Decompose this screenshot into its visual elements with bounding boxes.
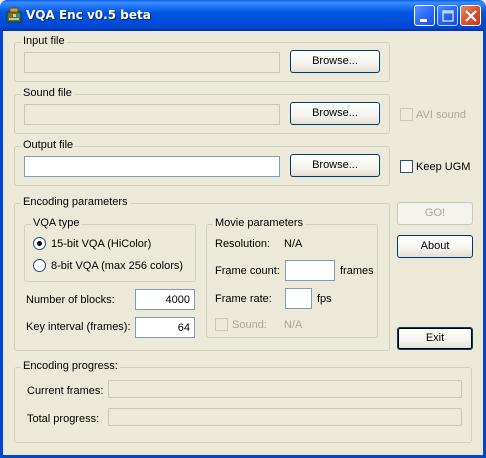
app-icon (6, 7, 22, 23)
go-button[interactable]: GO! (397, 202, 473, 225)
sound-browse-button[interactable]: Browse... (290, 102, 380, 125)
number-of-blocks-field[interactable] (135, 289, 195, 310)
vqa-15bit-label: 15-bit VQA (HiColor) (51, 238, 152, 250)
avi-sound-checkbox[interactable] (400, 108, 413, 121)
resolution-label: Resolution: (215, 238, 271, 250)
encoding-parameters-label: Encoding parameters (21, 196, 130, 208)
key-interval-field[interactable] (135, 317, 195, 338)
output-file-input[interactable] (25, 157, 279, 176)
number-of-blocks-input[interactable] (136, 290, 194, 309)
vqa-8bit-radio[interactable] (33, 259, 46, 272)
vqa-type-group: VQA type (24, 217, 196, 282)
sound-file-input[interactable] (25, 105, 279, 124)
output-file-label: Output file (21, 139, 76, 151)
current-frames-progress (108, 380, 462, 398)
title-bar[interactable]: VQA Enc v0.5 beta (0, 0, 486, 31)
close-button[interactable] (460, 5, 481, 26)
key-interval-input[interactable] (136, 318, 194, 337)
input-file-label: Input file (21, 35, 67, 47)
frame-count-input[interactable] (286, 261, 334, 280)
vqa-15bit-radio[interactable] (33, 237, 46, 250)
frame-rate-input[interactable] (286, 289, 311, 308)
input-browse-button[interactable]: Browse... (290, 50, 380, 73)
frame-rate-unit: fps (317, 293, 332, 305)
about-button[interactable]: About (397, 235, 473, 258)
maximize-button[interactable] (437, 5, 458, 26)
minimize-icon (420, 19, 427, 22)
frame-rate-label: Frame rate: (215, 293, 272, 305)
maximize-icon (442, 10, 454, 22)
output-file-field[interactable] (24, 156, 280, 177)
total-progress-bar (108, 408, 462, 426)
frame-count-unit: frames (340, 265, 374, 277)
keep-ugm-checkbox[interactable] (400, 160, 413, 173)
keep-ugm-label: Keep UGM (416, 161, 471, 173)
encoding-progress-label: Encoding progress: (21, 360, 120, 372)
input-file-field[interactable] (24, 52, 280, 73)
minimize-button[interactable] (414, 5, 435, 26)
resolution-value: N/A (284, 238, 303, 250)
total-progress-label: Total progress: (27, 413, 100, 425)
frame-count-field[interactable] (285, 260, 335, 281)
avi-sound-label: AVI sound (416, 109, 466, 121)
frame-count-label: Frame count: (215, 265, 280, 277)
encoding-progress-group: Encoding progress: (14, 360, 472, 443)
vqa-8bit-label: 8-bit VQA (max 256 colors) (51, 260, 184, 272)
sound-checkbox[interactable] (215, 318, 228, 331)
sound-value: N/A (284, 319, 303, 331)
key-interval-label: Key interval (frames): (26, 321, 131, 333)
vqa-type-label: VQA type (31, 217, 82, 229)
sound-file-label: Sound file (21, 87, 74, 99)
sound-file-field[interactable] (24, 104, 280, 125)
exit-button[interactable]: Exit (397, 327, 473, 350)
input-file-input[interactable] (25, 53, 279, 72)
sound-label: Sound: (232, 319, 267, 331)
window-title: VQA Enc v0.5 beta (26, 8, 151, 22)
frame-rate-field[interactable] (285, 288, 312, 309)
current-frames-label: Current frames: (27, 385, 104, 397)
movie-parameters-label: Movie parameters (213, 217, 306, 229)
close-icon (465, 10, 477, 22)
output-browse-button[interactable]: Browse... (290, 154, 380, 177)
number-of-blocks-label: Number of blocks: (26, 294, 115, 306)
